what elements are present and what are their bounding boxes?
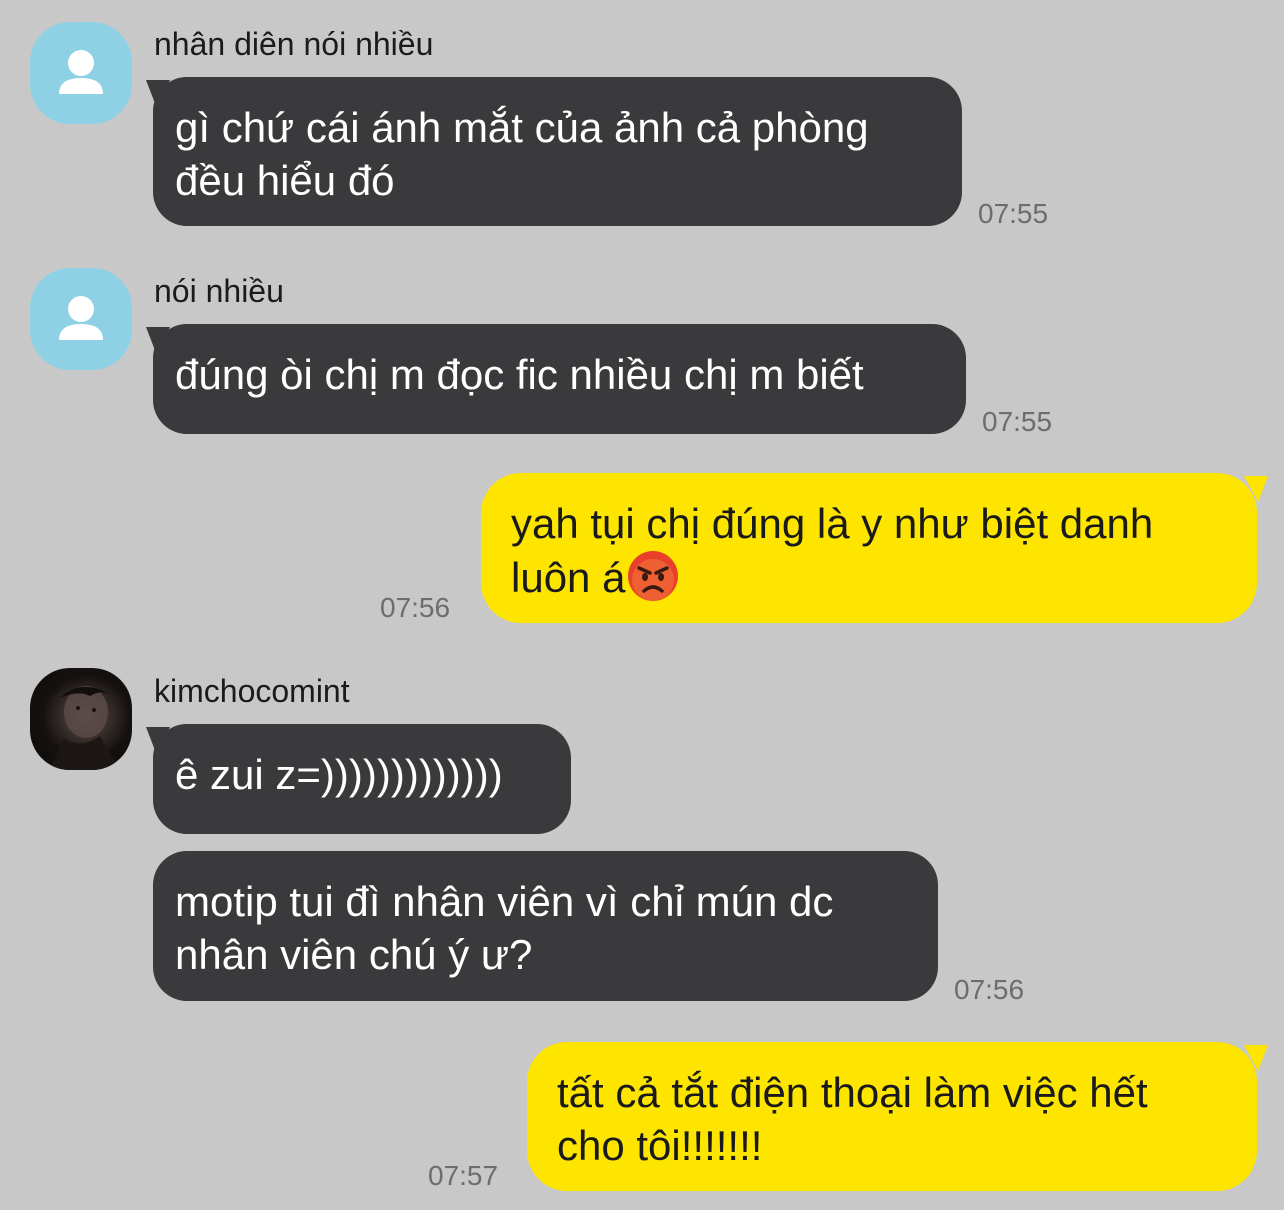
sender-avatar-photo[interactable] xyxy=(30,668,132,770)
profile-photo xyxy=(50,686,120,770)
chat-thread: nhân diên nói nhiều gì chứ cái ánh mắt c… xyxy=(0,0,1284,1210)
default-user-icon xyxy=(59,50,103,94)
message-bubble-incoming[interactable]: gì chứ cái ánh mắt của ảnh cả phòng đều … xyxy=(153,77,962,226)
angry-face-emoji xyxy=(628,551,679,601)
sender-name: nhân diên nói nhiều xyxy=(154,26,434,62)
message-timestamp: 07:57 xyxy=(428,1160,499,1191)
message-timestamp: 07:55 xyxy=(978,198,1049,229)
message-bubble-incoming[interactable]: motip tui đì nhân viên vì chỉ mún dc nhâ… xyxy=(153,851,938,1001)
message-text: yah tụi chị đúng là y như biệt danh luôn… xyxy=(511,500,1154,601)
message-bubble-outgoing[interactable]: tất cả tắt điện thoại làm việc hết cho t… xyxy=(527,1042,1257,1191)
message-timestamp: 07:56 xyxy=(954,974,1025,1005)
message-bubble-incoming[interactable]: đúng òi chị m đọc fic nhiều chị m biết xyxy=(153,324,966,434)
sender-name: kimchocomint xyxy=(154,673,350,709)
sender-name: nói nhiều xyxy=(154,273,284,309)
sender-avatar[interactable] xyxy=(30,268,132,370)
message-bubble-outgoing[interactable]: yah tụi chị đúng là y như biệt danh luôn… xyxy=(481,473,1257,623)
default-user-icon xyxy=(59,296,103,340)
sender-avatar[interactable] xyxy=(30,22,132,124)
message-bubble-incoming[interactable]: ê zui z=))))))))))))) xyxy=(153,724,571,834)
message-timestamp: 07:56 xyxy=(380,592,451,623)
message-timestamp: 07:55 xyxy=(982,406,1053,437)
